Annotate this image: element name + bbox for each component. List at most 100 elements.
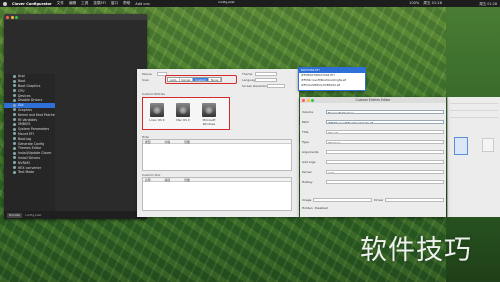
sidebar-item-icon [13,137,16,141]
clover-window: Acpi Boot Boot Graphics CPU Devices Disable D… [4,14,147,219]
highlight-box [165,75,237,84]
scan-label: Scan [142,78,150,82]
zoom-icon[interactable] [311,98,314,102]
col-hidden[interactable]: 隐藏 [184,140,190,144]
menu-mount-efi[interactable]: 挂载EFI [93,1,106,6]
menu-help[interactable]: 帮助 [123,1,130,6]
menu-app-name[interactable]: Clover Configurator [12,2,52,6]
sidebar-item-label: Rt Variables [18,117,38,122]
editor-footer: Image Driver [302,197,445,202]
theme-label: Theme [242,72,253,76]
close-icon[interactable] [6,15,9,19]
sidebar-item[interactable]: Text Mode [4,170,55,175]
editor-row: Kernel Auto [302,169,444,174]
sidebar-item-label: Graphics [18,107,33,112]
menu-tools[interactable]: 工具 [81,1,88,6]
driver-field[interactable] [385,197,445,202]
editor-row: Title Win 10 [302,129,444,134]
editor-row: Path \EFI\Microsoft\Boot\bootmgfw.efi [302,119,444,124]
sidebar-item-icon [13,166,16,170]
editor-row-field[interactable] [326,179,444,184]
sidebar-item-icon [13,89,16,93]
secondary-menubar: 周五 01:28 [446,0,500,7]
sidebar-item-icon [13,127,16,131]
editor-title: Custom Entries Editor [355,98,391,102]
sidebar-item-icon [13,151,16,155]
editor-row-label: Type [302,139,309,144]
sidebar-item-label: Boot [18,79,26,84]
hide-table[interactable]: 类型 内容 隐藏 [142,139,292,171]
sidebar-item-icon [13,161,16,165]
sidebar-item-icon [13,98,16,102]
sidebar-item-icon [13,142,16,146]
sidebar-item-icon [13,74,16,78]
screen-resolution-label: Screen Resolution [242,84,269,88]
secondary-row [450,98,498,104]
secondary-panel [447,97,500,217]
secondary-row [450,112,498,118]
custom-entries-label: Custom Entries [142,92,165,96]
editor-row-field[interactable]: Win 10 [326,129,444,134]
minimize-icon[interactable] [306,98,310,102]
config-file-name: config.plist [24,213,42,217]
col-content[interactable]: 内容 [165,140,171,144]
image-field[interactable] [313,197,373,202]
zoom-icon[interactable] [15,15,18,19]
editor-row-label: Path [302,119,309,124]
donate-button[interactable]: Donate [7,212,22,218]
clover-titlebar [4,14,147,20]
hidden-checkbox[interactable]: Hidden [302,206,313,210]
menu-edit[interactable]: 编辑 [69,1,76,6]
battery-indicator[interactable]: 100% [409,1,419,6]
col-hide[interactable]: 隐藏 [184,178,190,182]
sidebar-item-label: NVRAM [18,160,30,165]
menu-file[interactable]: 文件 [57,1,64,6]
custom-entries-box: Linux OS X Mac OS X Microsoft Windows [142,97,230,130]
disk-windows[interactable]: Microsoft Windows [199,103,219,126]
editor-row-label: Title [302,129,309,134]
close-icon[interactable] [302,98,305,102]
theme-field[interactable] [255,72,277,76]
clock[interactable]: 周五 01:28 [423,1,442,6]
editor-row-field[interactable]: Microsoft Windows [326,109,444,114]
col-type[interactable]: 类型 [145,140,151,144]
editor-row-field[interactable]: Windows [326,139,444,144]
sidebar-item-label: SMBIOS [18,122,31,127]
disk-linux[interactable]: Linux OS X [147,103,167,122]
volume-popup-menu[interactable]: BOOTX64.EFI \EFI\BOOT\BOOTX64.EFI \EFI\Mic… [298,67,366,91]
editor-row-label: Volume [302,109,314,114]
disk-macos[interactable]: Mac OS X [173,103,193,122]
sidebar-item-label: Themes Editor [18,146,42,151]
secondary-disk-icon[interactable] [454,137,468,155]
sidebar-item-label: Devices [18,93,31,98]
sidebar-item-label: Install/Update Clover [18,151,52,156]
menu-addons[interactable]: Add ons [135,2,149,6]
col-path[interactable]: 路径 [165,178,171,182]
minimize-icon[interactable] [10,15,14,19]
sidebar-item-label: Install Drivers [18,155,41,160]
editor-row-field[interactable]: Auto [326,169,444,174]
custom-tool-table[interactable]: 名称 路径 隐藏 [142,177,292,211]
language-select[interactable] [255,78,277,82]
sidebar-item-label: Disable Drivers [18,98,43,103]
editor-row-field[interactable]: \EFI\Microsoft\Boot\bootmgfw.efi [326,119,444,124]
sidebar-item-icon [13,94,16,98]
editor-row-field[interactable] [326,149,444,154]
editor-row-field[interactable] [326,159,444,164]
sidebar-item-icon [13,118,16,122]
sidebar-item-label: Mount EFI [18,131,34,136]
sidebar-item-icon [13,108,16,112]
disabled-checkbox[interactable]: Disabled [315,206,328,210]
apple-icon[interactable] [3,1,7,6]
menu-window[interactable]: 窗口 [111,1,118,6]
sidebar-item-icon [13,103,16,107]
sidebar-item-label: Acpi [18,74,25,79]
sidebar-item-label: Boot.log [18,136,32,141]
col-name[interactable]: 名称 [145,178,151,182]
sidebar-item-icon [13,132,16,136]
hard-disk-icon [202,103,216,117]
screen-resolution-field[interactable] [267,84,285,88]
sidebar-item-icon [13,146,16,150]
secondary-disk-icon[interactable] [482,138,494,152]
popup-menu-item[interactable]: \EFI\CLOVER\CLOVERX64.efi [299,83,365,88]
